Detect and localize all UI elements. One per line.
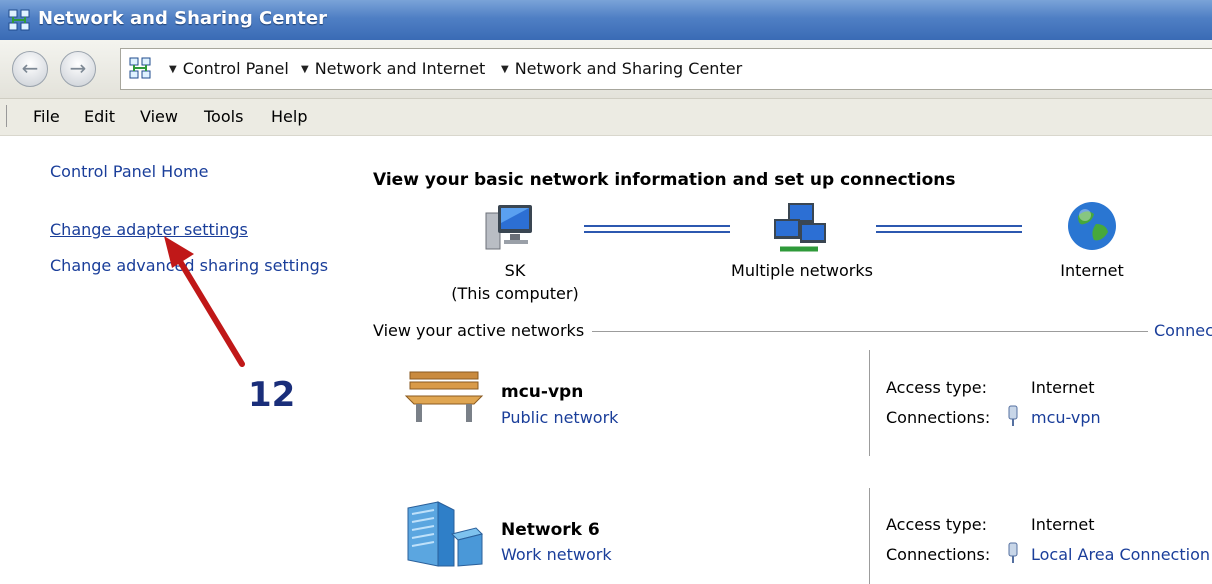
internet-globe-icon[interactable] [1066, 200, 1118, 252]
network-divider [869, 350, 870, 456]
network-name: Network 6 [501, 520, 600, 540]
public-network-bench-icon [404, 371, 484, 422]
breadcrumb-control-panel[interactable]: ▼ Control Panel [169, 59, 289, 78]
back-button[interactable]: ← [12, 51, 48, 87]
chevron-down-icon[interactable]: ▼ [169, 64, 177, 75]
navigation-bar: ← → ▼ Control Panel ▼ Network and Internet… [0, 40, 1212, 99]
section-divider [592, 331, 1148, 332]
network-adapter-icon [1008, 405, 1018, 426]
computer-icon[interactable] [484, 203, 536, 253]
connections-label: Connections: [886, 408, 991, 427]
connections-label: Connections: [886, 545, 991, 564]
connection-link[interactable]: Local Area Connection [1031, 545, 1210, 564]
access-type-value: Internet [1031, 515, 1095, 534]
toolbar-grip [6, 105, 9, 127]
breadcrumb-network-and-internet[interactable]: ▼ Network and Internet [301, 59, 485, 78]
network-name: mcu-vpn [501, 382, 584, 402]
access-type-label: Access type: [886, 378, 987, 397]
connection-link[interactable]: mcu-vpn [1031, 408, 1101, 427]
menu-file[interactable]: File [33, 107, 60, 126]
computer-name: SK [504, 261, 526, 280]
network-type-link[interactable]: Public network [501, 408, 618, 427]
forward-button[interactable]: → [60, 51, 96, 87]
annotation-arrow [164, 236, 245, 367]
work-network-building-icon [407, 501, 483, 567]
active-networks-label: View your active networks [373, 321, 585, 340]
network-center-icon [129, 57, 151, 79]
network-adapter-icon [1008, 542, 1018, 563]
network-type-link[interactable]: Work network [501, 545, 612, 564]
step-number-annotation: 12 [248, 375, 296, 415]
connection-line-networks-internet [876, 225, 1022, 233]
menu-edit[interactable]: Edit [84, 107, 115, 126]
title-bar: Network and Sharing Center [0, 0, 1212, 40]
multiple-networks-icon[interactable] [770, 201, 828, 255]
network-divider [869, 488, 870, 584]
internet-label: Internet [1060, 261, 1124, 280]
chevron-down-icon[interactable]: ▼ [501, 64, 509, 75]
chevron-down-icon[interactable]: ▼ [301, 64, 309, 75]
menu-help[interactable]: Help [271, 107, 307, 126]
address-bar[interactable]: ▼ Control Panel ▼ Network and Internet ▼ Ne… [120, 48, 1212, 90]
access-type-label: Access type: [886, 515, 987, 534]
menu-view[interactable]: View [140, 107, 178, 126]
multiple-networks-label: Multiple networks [731, 261, 873, 280]
breadcrumb-network-and-sharing-center[interactable]: ▼ Network and Sharing Center [501, 59, 742, 78]
menu-bar: File Edit View Tools Help [0, 99, 1212, 136]
connection-line-computer-networks [584, 225, 730, 233]
page-heading: View your basic network information and … [373, 170, 956, 190]
control-panel-home-link[interactable]: Control Panel Home [50, 162, 208, 181]
network-center-icon [8, 9, 30, 31]
menu-tools[interactable]: Tools [204, 107, 243, 126]
back-arrow-icon: ← [21, 56, 39, 80]
forward-arrow-icon: → [69, 56, 87, 80]
window-title: Network and Sharing Center [38, 8, 327, 29]
connect-or-disconnect-link[interactable]: Connec [1154, 321, 1212, 340]
computer-subtitle: (This computer) [451, 284, 579, 303]
access-type-value: Internet [1031, 378, 1095, 397]
